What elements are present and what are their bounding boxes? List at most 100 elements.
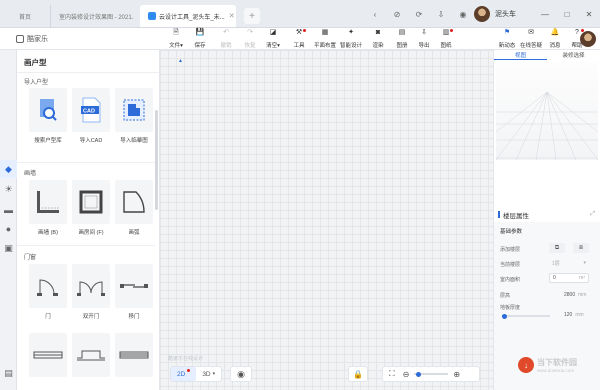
tab-view[interactable]: 视图 — [494, 50, 547, 60]
sliding-door-button[interactable]: 移门 — [115, 264, 153, 320]
new-tab-button[interactable]: + — [244, 8, 260, 24]
3d-preview[interactable] — [496, 62, 598, 160]
search-floorplan-library-button[interactable]: 搜索户型库 — [29, 88, 67, 144]
draw-room-button[interactable]: 画房间 (F) — [72, 180, 110, 236]
tab-decoration[interactable]: 装修选择 — [547, 50, 600, 60]
toolbar-tools-button[interactable]: ⚒ 工具 — [285, 29, 313, 49]
chevron-down-icon: ▾ — [212, 371, 216, 377]
window-item-2[interactable] — [72, 333, 110, 377]
toolbar-floor-layout-button[interactable]: ▦ 平面布置 — [311, 29, 339, 49]
design-canvas[interactable]: ▲ 酷家乐在线设计 2D 3D ▾ ◉ 🔒 ⛶ ⊖ ⊕ — [160, 50, 493, 390]
zoom-slider[interactable] — [414, 371, 449, 377]
watermark-title: 当下软件园 — [537, 358, 577, 367]
cabinet-icon[interactable]: ▣ — [3, 243, 14, 254]
fit-view-icon[interactable]: ⛶ — [383, 367, 401, 381]
layers-icon[interactable]: ▤ — [3, 368, 14, 379]
save-icon: 💾 — [195, 29, 205, 36]
window-item-3[interactable] — [115, 333, 153, 377]
zoom-in-icon[interactable]: ⊕ — [451, 367, 462, 381]
toolbar-smart-design-button[interactable]: ✦ 智能设计 — [337, 29, 365, 49]
draw-wall-button[interactable]: 画墙 (B) — [29, 180, 67, 236]
current-floor-select[interactable]: 1层 ▾ — [549, 258, 589, 268]
minimize-button[interactable]: — — [534, 10, 556, 19]
toolbar-label: 平面布置 — [313, 43, 336, 49]
height-field[interactable]: 2800 mm — [564, 292, 586, 298]
person-icon[interactable]: ● — [3, 223, 14, 234]
toolbar-drawing-button[interactable]: ▥ 图纸 — [432, 29, 460, 49]
refresh-icon[interactable]: ⟳ — [412, 7, 426, 21]
site-watermark: ↓ 当下软件园 www.downxia.com — [518, 357, 577, 373]
import-cad-button[interactable]: CAD 导入CAD — [72, 88, 110, 144]
view-mode-switch: 2D 3D ▾ — [170, 366, 223, 382]
toolbar-label: 撤销 — [220, 43, 232, 49]
close-tab-icon[interactable]: ✕ — [225, 12, 235, 20]
visibility-button[interactable]: ◉ — [230, 366, 252, 382]
notification-dot — [450, 29, 453, 32]
expand-icon[interactable]: ⤢ — [590, 211, 595, 218]
import-trace-image-button[interactable]: 导入临摹图 — [115, 88, 153, 144]
toolbar-label: 清空▾ — [266, 43, 280, 49]
window-thumb — [115, 333, 153, 377]
item-label: 移门 — [128, 314, 140, 320]
lock-button[interactable]: 🔒 — [348, 366, 368, 382]
window-thumb — [29, 333, 67, 377]
toolbar-label: 文件▾ — [169, 43, 183, 49]
slider-knob[interactable] — [502, 313, 508, 319]
app-logo[interactable]: 酷家乐 — [16, 34, 48, 44]
double-door-button[interactable]: 双开门 — [72, 264, 110, 320]
toolbar-avatar[interactable] — [580, 31, 596, 47]
zoom-out-icon[interactable]: ⊖ — [401, 367, 412, 381]
add-floor-below-button[interactable]: ⧈ — [573, 243, 589, 253]
trace-image-icon — [123, 99, 145, 121]
item-label: 画房间 (F) — [78, 230, 104, 236]
toolbar-label: 恢复 — [244, 43, 256, 49]
zoom-slider-knob[interactable] — [415, 371, 421, 377]
furniture-icon[interactable]: ▬ — [3, 204, 14, 215]
back-icon[interactable]: ‹ — [368, 7, 382, 21]
logo-text: 酷家乐 — [27, 36, 48, 43]
link-icon[interactable]: ⊘ — [390, 7, 404, 21]
item-label: 双开门 — [82, 314, 100, 320]
bell-icon: 🔔 — [550, 29, 560, 36]
area-value: 0 — [553, 275, 556, 281]
tab-design-effects[interactable]: 室内装修设计效果图 - 2021... — [50, 5, 134, 27]
tab-home[interactable]: 首页 — [0, 5, 50, 27]
height-unit: mm — [578, 292, 587, 298]
item-label: 画弧 — [128, 230, 140, 236]
toolbar-eraser-button[interactable]: ◪ 清空▾ — [259, 29, 287, 49]
door-button[interactable]: 门 — [29, 264, 67, 320]
lightbulb-icon[interactable]: ☀ — [3, 184, 14, 195]
download-icon[interactable]: ⇩ — [434, 7, 448, 21]
window-icon — [33, 351, 63, 359]
indoor-area-field[interactable]: 0 m² — [549, 273, 589, 283]
main-toolbar: 酷家乐 🗎 文件▾ 💾 保存 ↶ 撤销 ↷ 恢复 ◪ 清空▾ ⚒ 工具 ▦ 平面布置 ✦ 智能设计 ◙ 渲染 ▤ 图册… — [0, 28, 600, 50]
add-floor-above-button[interactable]: ⧉ — [549, 243, 565, 253]
tab-label: 云设计工具_泥头车_未... — [159, 14, 225, 21]
mode-label: 3D — [202, 370, 211, 378]
toolbar-label: 导出 — [418, 43, 430, 49]
floorplan-category-icon[interactable]: ◆ — [0, 160, 17, 178]
undo-icon: ↶ — [223, 29, 229, 36]
close-window-button[interactable]: ✕ — [578, 10, 600, 19]
import-cad-thumb: CAD — [72, 88, 110, 132]
watermark-logo-icon: ↓ — [518, 357, 534, 373]
wall-icon — [37, 191, 59, 213]
user-circle-icon[interactable]: ◉ — [456, 7, 470, 21]
panel-scrollbar[interactable] — [155, 110, 158, 210]
chevron-down-icon: ▾ — [583, 260, 586, 266]
app-favicon-icon — [148, 12, 156, 20]
avatar[interactable] — [474, 6, 490, 22]
floor-thickness-field[interactable]: 120 mm — [564, 312, 584, 318]
eraser-icon: ◪ — [269, 29, 277, 36]
sliding-door-thumb — [115, 264, 153, 308]
mode-2d-button[interactable]: 2D — [171, 367, 197, 381]
toolbar-save-button[interactable]: 💾 保存 — [186, 29, 214, 49]
user-name[interactable]: 泥头车 — [495, 9, 516, 19]
draw-arc-button[interactable]: 画弧 — [115, 180, 153, 236]
draw-room-thumb — [72, 180, 110, 224]
mode-3d-button[interactable]: 3D ▾ — [196, 367, 221, 381]
window-item-1[interactable] — [29, 333, 67, 377]
tab-cloud-design-tool[interactable]: 云设计工具_泥头车_未... ✕ — [140, 5, 236, 27]
floor-thickness-slider[interactable] — [502, 313, 550, 319]
maximize-button[interactable]: □ — [556, 10, 578, 19]
